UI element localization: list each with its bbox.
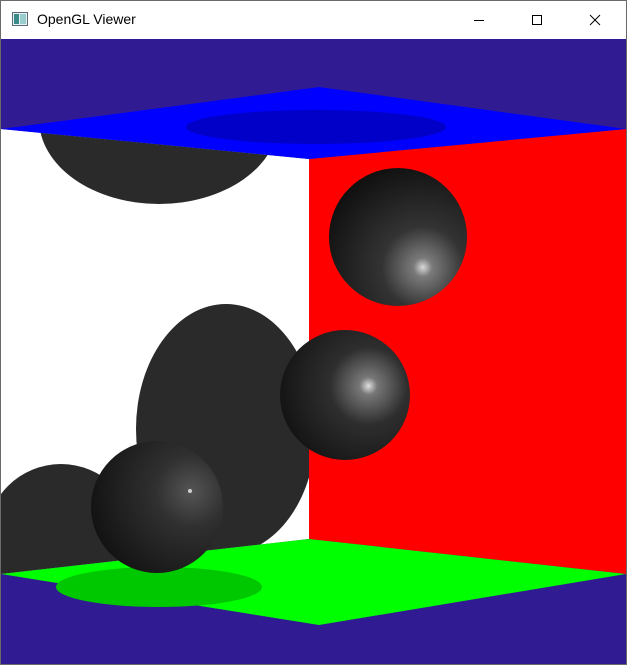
window-title: OpenGL Viewer (37, 11, 136, 27)
ceiling-shadow (186, 110, 446, 144)
maximize-icon (531, 14, 543, 26)
sphere-bottom (91, 441, 223, 573)
sphere-middle (280, 330, 410, 460)
sphere-bottom-highlight (188, 489, 192, 493)
close-icon (589, 14, 601, 26)
floor-shadow (56, 567, 262, 607)
rendered-scene (1, 87, 626, 625)
minimize-button[interactable] (456, 1, 502, 39)
opengl-viewport[interactable] (1, 39, 626, 664)
close-button[interactable] (572, 1, 618, 39)
opengl-viewer-window: OpenGL Viewer (0, 0, 627, 665)
title-bar[interactable]: OpenGL Viewer (1, 1, 626, 39)
app-window-icon (12, 12, 28, 26)
maximize-button[interactable] (514, 1, 560, 39)
minimize-icon (473, 14, 485, 26)
sphere-top (329, 168, 467, 306)
